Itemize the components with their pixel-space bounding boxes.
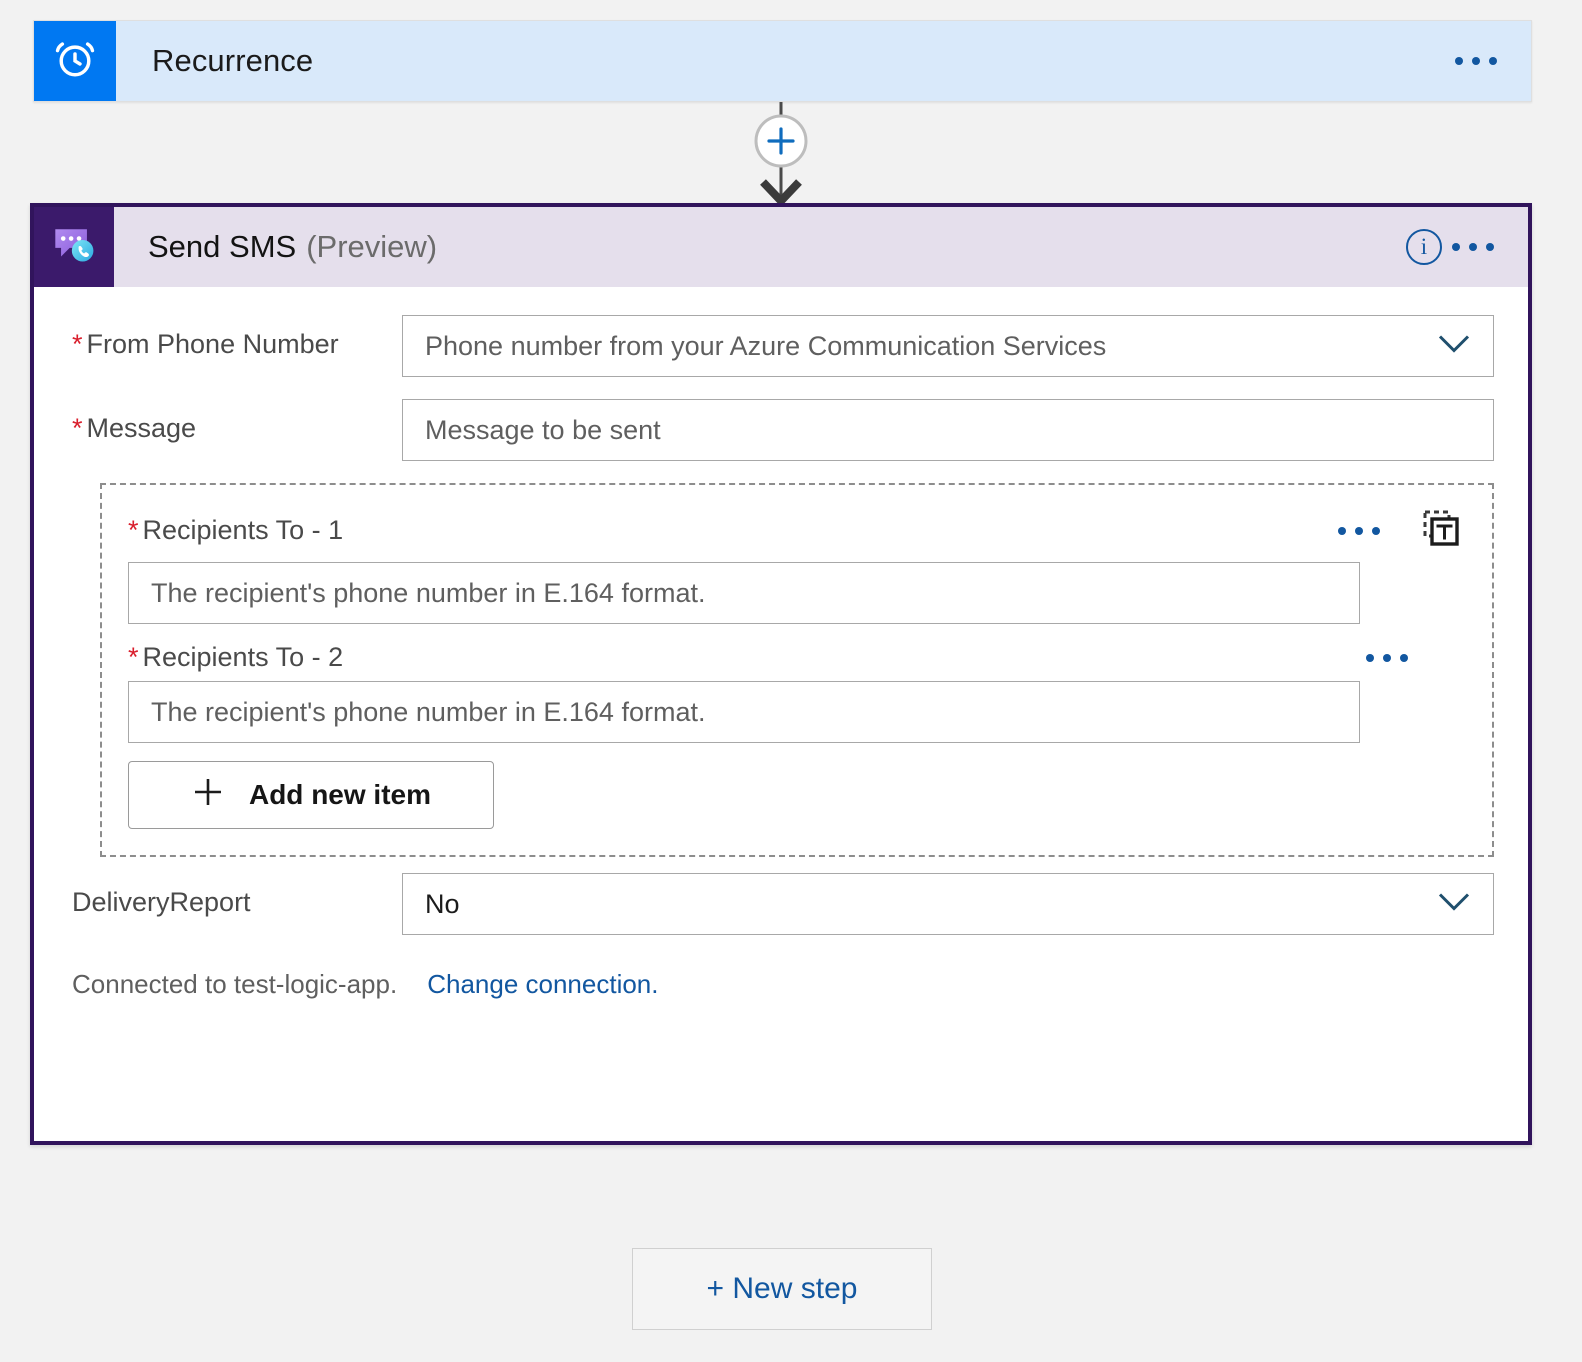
send-sms-menu-button[interactable]	[1442, 243, 1528, 251]
message-control: Message to be sent	[402, 399, 1494, 461]
recipient-2-actions	[1366, 654, 1462, 662]
send-sms-title-text: Send SMS	[148, 229, 296, 265]
menu-dot	[1383, 654, 1391, 662]
required-asterisk: *	[72, 329, 83, 359]
from-phone-number-label: *From Phone Number	[72, 315, 402, 360]
alarm-clock-icon	[52, 36, 98, 87]
recipient-1-menu-button[interactable]	[1338, 527, 1380, 535]
recipient-1-label: *Recipients To - 1	[128, 515, 343, 546]
message-label-text: Message	[87, 413, 197, 443]
step-connector	[745, 102, 817, 203]
recipient-2-input[interactable]: The recipient's phone number in E.164 fo…	[128, 681, 1360, 743]
menu-dot	[1486, 243, 1494, 251]
field-message: *Message Message to be sent	[72, 399, 1494, 461]
menu-dot	[1469, 243, 1477, 251]
recipient-2-header: *Recipients To - 2	[128, 642, 1462, 673]
delivery-report-label: DeliveryReport	[72, 873, 402, 918]
send-sms-header[interactable]: Send SMS (Preview) i	[34, 207, 1528, 287]
add-step-plus-icon	[756, 116, 806, 166]
from-phone-number-dropdown[interactable]: Phone number from your Azure Communicati…	[402, 315, 1494, 377]
change-connection-link[interactable]: Change connection.	[427, 969, 658, 1000]
add-new-item-button[interactable]: Add new item	[128, 761, 494, 829]
menu-dot	[1355, 527, 1363, 535]
delivery-report-control: No	[402, 873, 1494, 935]
menu-dot	[1452, 243, 1460, 251]
sms-chat-phone-icon	[51, 222, 97, 273]
recipient-2-label: *Recipients To - 2	[128, 642, 343, 673]
menu-dot	[1338, 527, 1346, 535]
field-delivery-report: DeliveryReport No	[72, 873, 1494, 935]
connection-status-text: Connected to test-logic-app.	[72, 969, 397, 1000]
recipient-1-header: *Recipients To - 1	[128, 507, 1462, 554]
recurrence-card[interactable]: Recurrence	[33, 20, 1532, 102]
from-phone-number-label-text: From Phone Number	[87, 329, 339, 359]
dynamic-content-text-icon[interactable]	[1420, 507, 1462, 554]
recurrence-icon-container	[34, 21, 116, 101]
recurrence-menu-button[interactable]	[1445, 21, 1531, 101]
send-sms-header-actions: i	[1406, 207, 1528, 287]
add-new-item-label: Add new item	[249, 779, 431, 811]
recipient-1-label-text: Recipients To - 1	[143, 515, 344, 545]
send-sms-preview-tag: (Preview)	[306, 229, 437, 265]
send-sms-card[interactable]: Send SMS (Preview) i *From Phone Number	[30, 203, 1532, 1145]
recipients-repeat-container: *Recipients To - 1	[100, 483, 1494, 857]
info-icon[interactable]: i	[1406, 229, 1442, 265]
send-sms-icon-container	[34, 207, 114, 287]
menu-dot	[1489, 57, 1497, 65]
message-label: *Message	[72, 399, 402, 444]
field-from-phone-number: *From Phone Number Phone number from you…	[72, 315, 1494, 377]
menu-dot	[1400, 654, 1408, 662]
recurrence-title: Recurrence	[116, 21, 1445, 101]
designer-canvas: Recurrence	[0, 0, 1582, 1362]
connection-status-row: Connected to test-logic-app. Change conn…	[72, 969, 1494, 1000]
required-asterisk: *	[128, 642, 139, 672]
from-phone-number-control: Phone number from your Azure Communicati…	[402, 315, 1494, 377]
send-sms-body: *From Phone Number Phone number from you…	[34, 287, 1528, 1000]
menu-dot	[1472, 57, 1480, 65]
recipient-item-2: *Recipients To - 2 The recipient's phone…	[128, 642, 1462, 743]
recipient-1-actions	[1338, 507, 1462, 554]
required-asterisk: *	[128, 515, 139, 545]
required-asterisk: *	[72, 413, 83, 443]
menu-dot	[1372, 527, 1380, 535]
menu-dot	[1455, 57, 1463, 65]
new-step-button[interactable]: + New step	[632, 1248, 932, 1330]
send-sms-title: Send SMS (Preview)	[114, 207, 1406, 287]
message-input[interactable]: Message to be sent	[402, 399, 1494, 461]
recipient-2-menu-button[interactable]	[1366, 654, 1408, 662]
recipient-1-input[interactable]: The recipient's phone number in E.164 fo…	[128, 562, 1360, 624]
recipient-item-1: *Recipients To - 1	[128, 507, 1462, 624]
delivery-report-dropdown[interactable]: No	[402, 873, 1494, 935]
menu-dot	[1366, 654, 1374, 662]
plus-icon	[191, 775, 225, 816]
recipient-2-label-text: Recipients To - 2	[143, 642, 344, 672]
